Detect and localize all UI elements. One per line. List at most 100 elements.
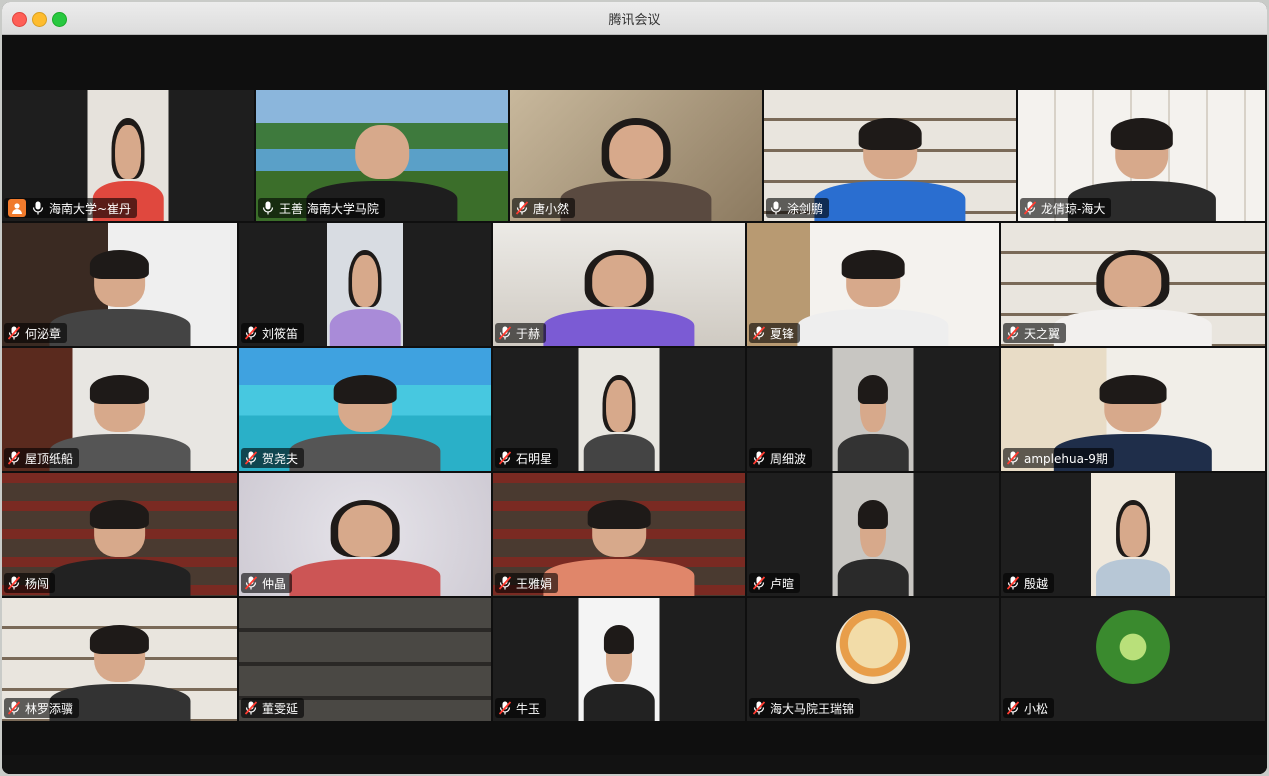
participant-name: 王雅娟: [516, 576, 553, 591]
microphone-muted-icon: [516, 201, 528, 215]
participant-name-tag: 殷越: [1003, 573, 1055, 593]
participant-name: 林罗添骥: [25, 701, 74, 716]
participant-video-figure: [543, 498, 695, 596]
participant-name-tag: 林罗添骥: [4, 698, 80, 718]
participant-tile[interactable]: 仲晶: [239, 473, 491, 596]
gallery-footer: [2, 755, 1267, 774]
participant-video-figure: [837, 373, 909, 471]
participant-video-figure: [543, 248, 695, 346]
participant-name-tag: 于赫: [495, 323, 547, 343]
user-avatar-icon: [8, 199, 26, 217]
participant-video-figure: [1053, 248, 1213, 346]
microphone-muted-icon: [753, 451, 765, 465]
participant-tile[interactable]: 于赫: [493, 223, 745, 346]
microphone-muted-icon: [245, 451, 257, 465]
participant-name: 石明星: [516, 451, 553, 466]
participant-tile[interactable]: 何泌章: [2, 223, 237, 346]
participant-tile[interactable]: 董雯延: [239, 598, 491, 721]
participant-name-tag: 何泌章: [4, 323, 68, 343]
participant-video-figure: [814, 116, 966, 221]
meeting-window: 腾讯会议 海南大学~崔丹 王善 海南大学马院 唐小然 涂剑鹏 龙倩琼-海大何泌章 刘筱笛 于…: [2, 2, 1267, 774]
participant-tile[interactable]: amplehua-9期: [1001, 348, 1265, 471]
participant-video-figure: [49, 248, 190, 346]
participant-name-tag: 海大马院王瑞锦: [749, 698, 861, 718]
participant-tile[interactable]: 涂剑鹏: [764, 90, 1016, 221]
participant-tile[interactable]: 石明星: [493, 348, 745, 471]
microphone-muted-icon: [245, 326, 257, 340]
participant-video-figure: [289, 498, 441, 596]
participant-tile[interactable]: 龙倩琼-海大: [1018, 90, 1265, 221]
participant-name: 董雯延: [262, 701, 299, 716]
participant-name-tag: 屋顶纸船: [4, 448, 80, 468]
participant-tile[interactable]: 王善 海南大学马院: [256, 90, 508, 221]
participant-name: 贺尧夫: [262, 451, 299, 466]
participant-tile[interactable]: 林罗添骥: [2, 598, 237, 721]
participant-tile[interactable]: 周细波: [747, 348, 999, 471]
participant-name-tag: 杨闯: [4, 573, 56, 593]
participant-name-tag: 唐小然: [512, 198, 576, 218]
participant-name-tag: 夏锋: [749, 323, 801, 343]
title-bar: 腾讯会议: [2, 2, 1267, 35]
participant-video-figure: [797, 248, 949, 346]
participant-tile[interactable]: 夏锋: [747, 223, 999, 346]
microphone-icon: [262, 201, 274, 215]
participant-name-tag: 牛玉: [495, 698, 547, 718]
participant-name-tag: 王雅娟: [495, 573, 559, 593]
participant-name-tag: 刘筱笛: [241, 323, 305, 343]
participant-video-figure: [583, 373, 655, 471]
participant-name: 仲晶: [262, 576, 287, 591]
participant-name: 何泌章: [25, 326, 62, 341]
participant-tile[interactable]: 牛玉: [493, 598, 745, 721]
microphone-muted-icon: [1007, 451, 1019, 465]
participant-name: 夏锋: [770, 326, 795, 341]
participant-tile[interactable]: 刘筱笛: [239, 223, 491, 346]
microphone-muted-icon: [1024, 201, 1036, 215]
participant-name: 唐小然: [533, 201, 570, 216]
participant-name-tag: 天之翼: [1003, 323, 1067, 343]
participant-name: 杨闯: [25, 576, 50, 591]
video-stage: 海南大学~崔丹 王善 海南大学马院 唐小然 涂剑鹏 龙倩琼-海大何泌章 刘筱笛 于赫 夏锋 天之…: [2, 35, 1267, 774]
participant-tile[interactable]: 唐小然: [510, 90, 762, 221]
participant-tile[interactable]: 海大马院王瑞锦: [747, 598, 999, 721]
participant-tile[interactable]: 海南大学~崔丹: [2, 90, 254, 221]
participant-video-figure: [49, 498, 190, 596]
participant-name: amplehua-9期: [1024, 451, 1108, 466]
participant-tile[interactable]: 王雅娟: [493, 473, 745, 596]
microphone-muted-icon: [753, 576, 765, 590]
microphone-muted-icon: [753, 326, 765, 340]
participant-video-figure: [329, 248, 401, 346]
participant-tile[interactable]: 卢暄: [747, 473, 999, 596]
profile-avatar: [1096, 610, 1170, 685]
participant-name: 周细波: [770, 451, 807, 466]
participant-tile[interactable]: 天之翼: [1001, 223, 1265, 346]
microphone-muted-icon: [1007, 701, 1019, 715]
microphone-muted-icon: [1007, 326, 1019, 340]
participant-name-tag: 贺尧夫: [241, 448, 305, 468]
participant-tile[interactable]: 屋顶纸船: [2, 348, 237, 471]
microphone-muted-icon: [499, 576, 511, 590]
participant-name-tag: amplehua-9期: [1003, 448, 1114, 468]
window-title: 腾讯会议: [608, 13, 661, 28]
participant-video-figure: [583, 623, 655, 721]
participant-tile[interactable]: 殷越: [1001, 473, 1265, 596]
participant-name: 殷越: [1024, 576, 1049, 591]
microphone-muted-icon: [8, 576, 20, 590]
participant-name: 卢暄: [770, 576, 795, 591]
participant-name: 小松: [1024, 701, 1049, 716]
participant-tile[interactable]: 小松: [1001, 598, 1265, 721]
participant-gallery: 海南大学~崔丹 王善 海南大学马院 唐小然 涂剑鹏 龙倩琼-海大何泌章 刘筱笛 于赫 夏锋 天之…: [2, 90, 1267, 755]
microphone-muted-icon: [245, 576, 257, 590]
participant-name-tag: 涂剑鹏: [766, 198, 830, 218]
participant-name: 牛玉: [516, 701, 541, 716]
participant-name-tag: 石明星: [495, 448, 559, 468]
participant-name-tag: 周细波: [749, 448, 813, 468]
participant-name: 天之翼: [1024, 326, 1061, 341]
participant-tile[interactable]: 杨闯: [2, 473, 237, 596]
participant-name: 王善 海南大学马院: [279, 201, 379, 216]
profile-avatar: [836, 610, 910, 685]
participant-tile[interactable]: 贺尧夫: [239, 348, 491, 471]
microphone-muted-icon: [753, 701, 765, 715]
participant-name: 龙倩琼-海大: [1041, 201, 1106, 216]
participant-name: 屋顶纸船: [25, 451, 74, 466]
participant-name-tag: 小松: [1003, 698, 1055, 718]
